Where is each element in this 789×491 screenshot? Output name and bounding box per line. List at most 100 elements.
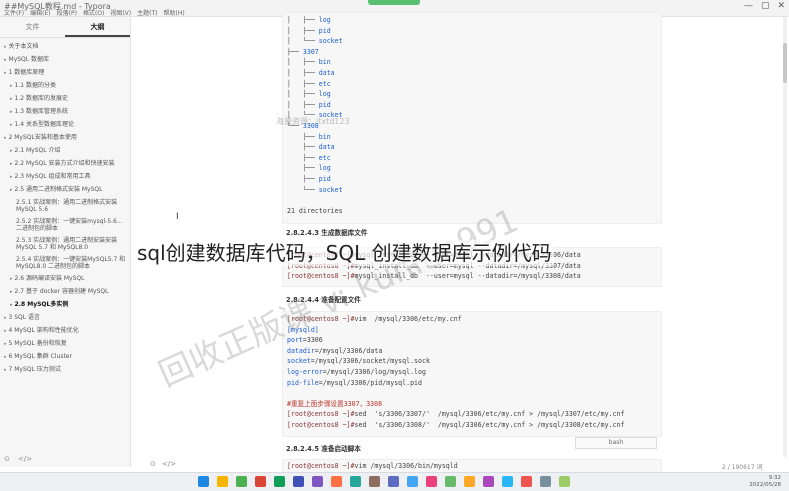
outline-item-label: 3 SQL 语言 <box>8 313 41 321</box>
outline-item[interactable]: ▸ 2.5 通用二进制格式安装 MySQL <box>0 183 130 196</box>
chevron-right-icon[interactable]: ▸ <box>10 148 13 154</box>
tab-outline[interactable]: 大纲 <box>65 17 130 37</box>
chevron-right-icon[interactable]: ▸ <box>10 83 13 89</box>
taskbar-app-icon[interactable] <box>331 476 342 487</box>
clock-date[interactable]: 2022/05/28 <box>749 482 781 489</box>
outline-item[interactable]: ▸ 5 MySQL 备份和恢复 <box>0 337 130 350</box>
outline-item[interactable]: 2.5.2 实战案例：一键安装mysql-5.6...二进制包的脚本 <box>0 215 126 234</box>
outline-item-label: 2.5 通用二进制格式安装 MySQL <box>14 185 103 193</box>
taskbar-app-icon[interactable] <box>407 476 418 487</box>
maximize-button[interactable]: ▢ <box>761 2 770 11</box>
taskbar-app-icon[interactable] <box>217 476 228 487</box>
outline-item[interactable]: ▸ MySQL 数据库 <box>0 53 130 66</box>
outline-item-label: 4 MySQL 架构和性能优化 <box>8 326 79 334</box>
taskbar-app-icon[interactable] <box>369 476 380 487</box>
outline-item-label: 7 MySQL 压力测试 <box>8 365 61 373</box>
code-line: ├── data <box>287 143 335 152</box>
scrollbar-thumb[interactable] <box>783 43 787 83</box>
outline-item[interactable]: ▸ 1.1 数据的分类 <box>0 79 130 92</box>
taskbar-app-icon[interactable] <box>293 476 304 487</box>
chevron-right-icon[interactable]: ▸ <box>10 289 13 295</box>
chevron-right-icon[interactable]: ▸ <box>10 122 13 128</box>
chevron-right-icon[interactable]: ▸ <box>10 96 13 102</box>
outline-item[interactable]: ▸ 7 MySQL 压力测试 <box>0 363 130 376</box>
outline-item[interactable]: ▸ 2.1 MySQL 介绍 <box>0 144 130 157</box>
outline-item[interactable]: ▸ 1.3 数据库管理系统 <box>0 105 130 118</box>
outline-item[interactable]: 2.5.4 实战案例：一键安装MySQL5.7 和 MySQL8.0 二进制包的… <box>0 253 126 272</box>
taskbar-app-icon[interactable] <box>483 476 494 487</box>
taskbar-app-icon[interactable] <box>388 476 399 487</box>
code-line: │ ├── bin <box>287 58 331 67</box>
code-line: pid-file=/mysql/3306/pid/mysql.pid <box>287 378 422 387</box>
chevron-right-icon[interactable]: ▸ <box>4 328 7 334</box>
editor-status-icons: ⊙ </> <box>150 460 176 468</box>
outline-item[interactable]: ▸ 3 SQL 语言 <box>0 311 130 324</box>
outline-item[interactable]: 2.5.3 实战案例：通用二进制安装安装 MySQL 5.7 和 MySQL8.… <box>0 234 126 253</box>
tab-files[interactable]: 文件 <box>0 17 65 37</box>
chevron-right-icon[interactable]: ▸ <box>4 57 7 63</box>
code-line: │ ├── pid <box>287 100 331 109</box>
word-count[interactable]: 2 / 190617 词 <box>722 462 762 471</box>
chevron-right-icon[interactable]: ▸ <box>4 341 7 347</box>
taskbar-app-icon[interactable] <box>521 476 532 487</box>
taskbar-app-icon[interactable] <box>236 476 247 487</box>
chevron-right-icon[interactable]: ▸ <box>10 109 13 115</box>
outline-item[interactable]: ▸ 2.7 基于 docker 容器创建 MySQL <box>0 285 130 298</box>
chevron-right-icon[interactable]: ▸ <box>4 70 7 76</box>
outline-item[interactable]: ▸ 4 MySQL 架构和性能优化 <box>0 324 130 337</box>
menu-theme[interactable]: 主题(T) <box>137 8 157 17</box>
chevron-right-icon[interactable]: ▸ <box>10 276 13 282</box>
outline-item-label: 2.7 基于 docker 容器创建 MySQL <box>14 287 109 295</box>
code-language-badge[interactable]: bash <box>575 437 657 449</box>
outline-item[interactable]: ▸ 关于本文档 <box>0 40 130 53</box>
outline-item[interactable]: ▸ 1 数据库原理 <box>0 66 130 79</box>
chevron-right-icon[interactable]: ▸ <box>10 302 13 308</box>
menu-format[interactable]: 格式(O) <box>83 8 104 17</box>
scrollbar-track[interactable] <box>783 17 787 457</box>
outline-item[interactable]: ▸ 6 MySQL 集群 Cluster <box>0 350 130 363</box>
outline-item[interactable]: ▸ 1.4 关系型数据库理论 <box>0 118 130 131</box>
taskbar-app-icon[interactable] <box>350 476 361 487</box>
chevron-right-icon[interactable]: ▸ <box>4 44 7 50</box>
menu-view[interactable]: 视图(V) <box>110 8 131 17</box>
config-code-block[interactable]: [root@centos8 ~]#vim /mysql/3306/etc/my.… <box>282 311 662 437</box>
chevron-right-icon[interactable]: ▸ <box>4 315 7 321</box>
taskbar-app-icon[interactable] <box>312 476 323 487</box>
code-line: │ ├── etc <box>287 79 331 88</box>
source-mode-icon[interactable]: </> <box>18 455 32 463</box>
menu-paragraph[interactable]: 段落(P) <box>57 8 77 17</box>
outline-toggle-icon[interactable]: ⊙ <box>4 455 10 463</box>
chevron-right-icon[interactable]: ▸ <box>10 187 13 193</box>
taskbar-app-icon[interactable] <box>502 476 513 487</box>
taskbar-app-icon[interactable] <box>540 476 551 487</box>
taskbar-app-icon[interactable] <box>255 476 266 487</box>
outline-icon[interactable]: ⊙ <box>150 460 156 468</box>
taskbar-app-icon[interactable] <box>426 476 437 487</box>
chevron-right-icon[interactable]: ▸ <box>4 135 7 141</box>
chevron-right-icon[interactable]: ▸ <box>4 354 7 360</box>
clock-time[interactable]: 9:32 <box>749 475 781 482</box>
chevron-right-icon[interactable]: ▸ <box>10 174 13 180</box>
outline-item[interactable]: ▸ 2.3 MySQL 组成和常用工具 <box>0 170 130 183</box>
outline-item[interactable]: ▸ 2.6 源码编译安装 MySQL <box>0 272 130 285</box>
taskbar-app-icon[interactable] <box>464 476 475 487</box>
close-button[interactable]: ✕ <box>777 2 785 11</box>
chevron-right-icon[interactable]: ▸ <box>10 161 13 167</box>
menu-file[interactable]: 文件(F) <box>4 8 24 17</box>
taskbar-app-icon[interactable] <box>559 476 570 487</box>
outline-item[interactable]: ▸ 1.2 数据库的发展史 <box>0 92 130 105</box>
outline-item[interactable]: ▸ 2 MySQL安装和基本使用 <box>0 131 130 144</box>
minimize-button[interactable]: — <box>744 2 753 11</box>
chevron-right-icon[interactable]: ▸ <box>4 367 7 373</box>
outline-item-label: 2.3 MySQL 组成和常用工具 <box>14 172 91 180</box>
outline-item[interactable]: 2.5.1 实战案例：通用二进制格式安装 MySQL 5.6 <box>0 196 126 215</box>
source-code-icon[interactable]: </> <box>162 460 176 468</box>
taskbar-app-icon[interactable] <box>274 476 285 487</box>
taskbar-app-icon[interactable] <box>198 476 209 487</box>
outline-item[interactable]: ▸ 2.2 MySQL 安装方式介绍和快速安装 <box>0 157 130 170</box>
taskbar-app-icon[interactable] <box>445 476 456 487</box>
menu-bar: 文件(F) 编辑(E) 段落(P) 格式(O) 视图(V) 主题(T) 帮助(H… <box>4 8 185 17</box>
menu-help[interactable]: 帮助(H) <box>164 8 185 17</box>
outline-item[interactable]: ▸ 2.8 MySQL多实例 <box>0 298 130 311</box>
menu-edit[interactable]: 编辑(E) <box>30 8 50 17</box>
